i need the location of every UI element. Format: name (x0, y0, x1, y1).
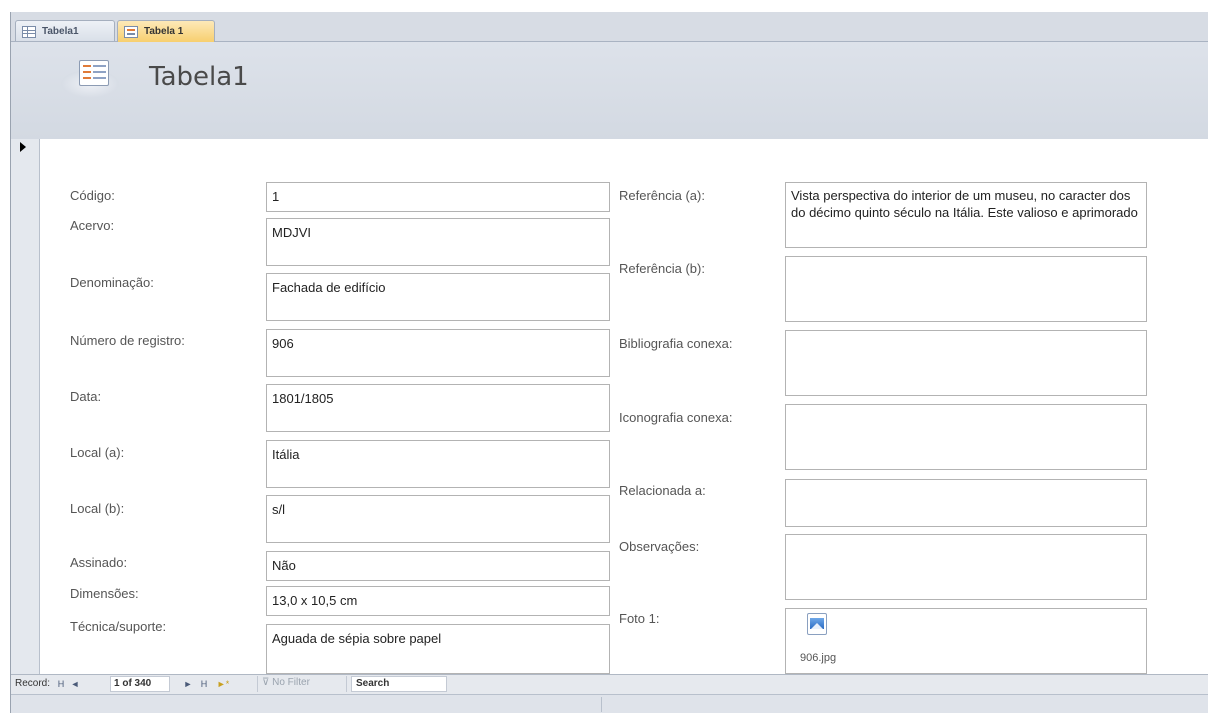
label-tecnica-suporte: Técnica/suporte: (70, 619, 167, 634)
label-referencia-b: Referência (b): (619, 261, 705, 276)
record-label: Record: (15, 678, 51, 689)
field-local-b[interactable]: s/l (266, 495, 610, 543)
new-record-button[interactable]: ►* (214, 677, 232, 691)
field-bibliografia-conexa[interactable] (785, 330, 1147, 396)
label-denominacao: Denominação: (70, 275, 154, 290)
image-file-icon[interactable] (807, 613, 827, 635)
tab-label: Tabela 1 (144, 26, 184, 37)
record-selector[interactable] (11, 139, 40, 674)
tab-label: Tabela1 (42, 26, 79, 37)
label-foto-1: Foto 1: (619, 611, 660, 626)
label-relacionada-a: Relacionada a: (619, 483, 706, 498)
label-local-a: Local (a): (70, 445, 125, 460)
table-grid-icon (22, 25, 36, 38)
attachment-filename[interactable]: 906.jpg (800, 652, 836, 664)
field-foto-1-attachment[interactable] (785, 608, 1147, 674)
label-data: Data: (70, 389, 102, 404)
tab-tabela1-table[interactable]: Tabela1 (15, 20, 115, 42)
form-detail: Código: Acervo: Denominação: Número de r… (40, 139, 1208, 674)
label-iconografia-conexa: Iconografia conexa: (619, 410, 733, 425)
label-assinado: Assinado: (70, 555, 128, 570)
field-tecnica-suporte[interactable]: Aguada de sépia sobre papel (266, 624, 610, 674)
field-denominacao[interactable]: Fachada de edifício (266, 273, 610, 321)
current-record-field[interactable]: 1 of 340 (110, 676, 170, 692)
field-numero-registro[interactable]: 906 (266, 329, 610, 377)
status-bar (11, 694, 1208, 713)
form-window: Tabela1 Tabela 1 Tabela1 Código: Acervo:… (10, 12, 1208, 713)
field-codigo[interactable]: 1 (266, 182, 610, 212)
label-referencia-a: Referência (a): (619, 188, 705, 203)
form-header: Tabela1 (11, 42, 1208, 139)
form-icon (124, 25, 138, 38)
status-divider (601, 697, 602, 712)
field-acervo[interactable]: MDJVI (266, 218, 610, 266)
document-tab-strip: Tabela1 Tabela 1 (11, 12, 1208, 42)
label-dimensoes: Dimensões: (70, 586, 139, 601)
field-observacoes[interactable] (785, 534, 1147, 600)
search-input[interactable]: Search (351, 676, 447, 692)
label-acervo: Acervo: (70, 218, 115, 233)
label-codigo: Código: (70, 188, 115, 203)
label-observacoes: Observações: (619, 539, 700, 554)
label-local-b: Local (b): (70, 501, 125, 516)
filter-toggle-button[interactable]: ⊽ No Filter (257, 676, 347, 692)
label-numero-registro: Número de registro: (70, 333, 185, 348)
filter-label: No Filter (272, 677, 310, 688)
label-bibliografia-conexa: Bibliografia conexa: (619, 336, 733, 351)
next-record-button[interactable]: ► (182, 677, 194, 691)
field-iconografia-conexa[interactable] (785, 404, 1147, 470)
current-record-arrow-icon (20, 142, 26, 152)
last-record-button[interactable]: H (198, 677, 210, 691)
record-navigation-bar: Record: H ◄ 1 of 340 ► H ►* ⊽ No Filter … (11, 674, 1208, 694)
field-dimensoes[interactable]: 13,0 x 10,5 cm (266, 586, 610, 616)
field-local-a[interactable]: Itália (266, 440, 610, 488)
field-assinado[interactable]: Não (266, 551, 610, 581)
form-logo-icon (61, 56, 123, 100)
form-title: Tabela1 (149, 62, 249, 92)
first-record-button[interactable]: H (55, 677, 67, 691)
filter-funnel-icon: ⊽ (262, 677, 273, 688)
field-referencia-b[interactable] (785, 256, 1147, 322)
tab-tabela-1-form[interactable]: Tabela 1 (117, 20, 215, 42)
field-data[interactable]: 1801/1805 (266, 384, 610, 432)
field-referencia-a[interactable]: Vista perspectiva do interior de um muse… (785, 182, 1147, 248)
previous-record-button[interactable]: ◄ (69, 677, 81, 691)
field-relacionada-a[interactable] (785, 479, 1147, 527)
form-document-icon (79, 60, 109, 86)
